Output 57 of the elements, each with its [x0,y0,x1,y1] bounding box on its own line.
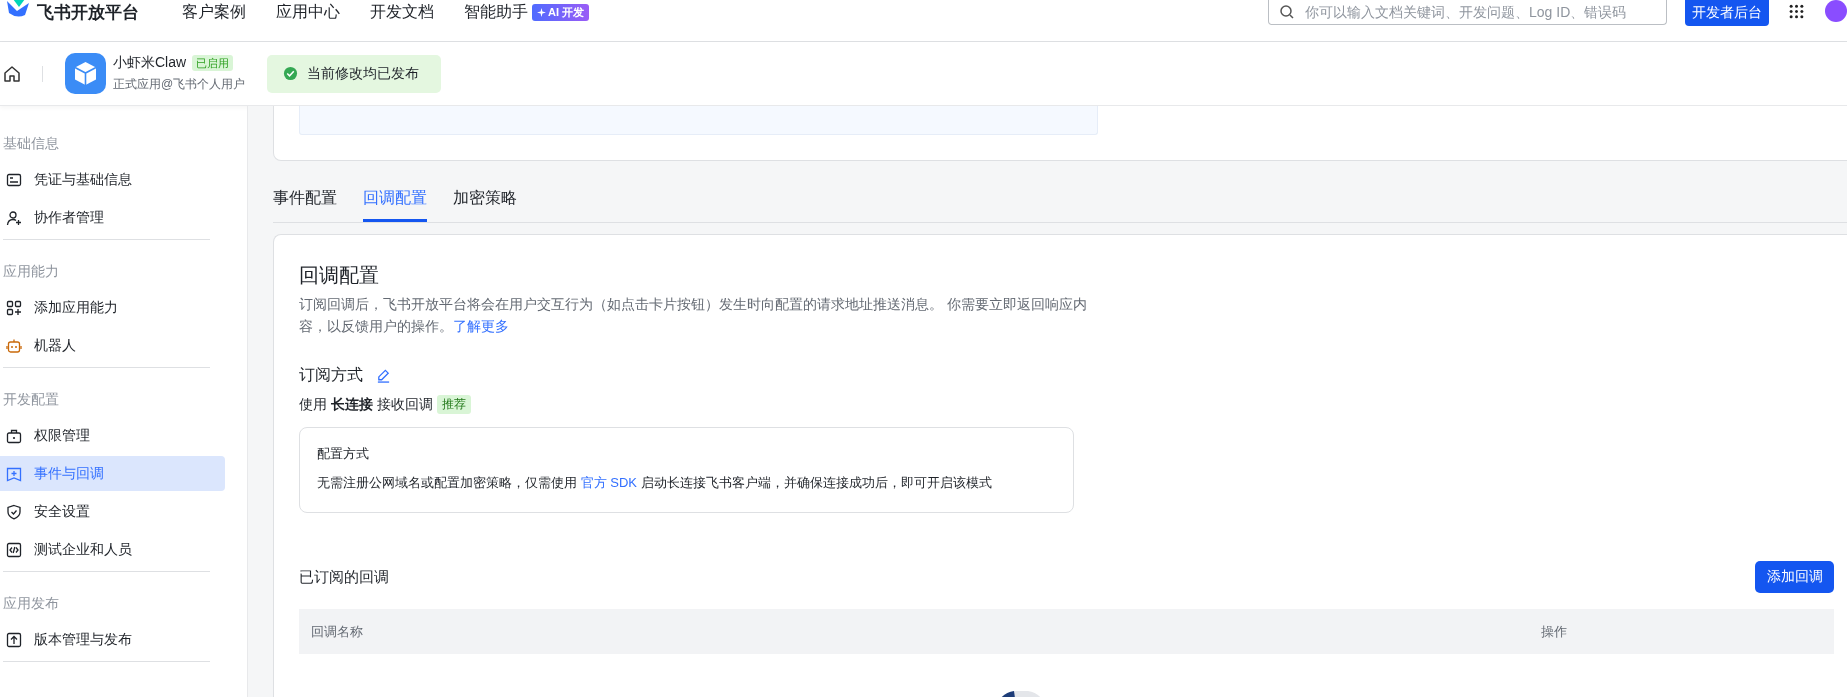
subsection-title: 订阅方式 [299,365,363,385]
robot-icon [6,337,22,354]
sdk-link[interactable]: 官方 SDK [580,475,637,490]
app-subtitle: 正式应用@飞书个人用户 [113,76,246,93]
column-header: 操作 [1541,622,1567,641]
section-title: 回调配置 [299,263,380,288]
tab[interactable]: 回调配置 [363,188,427,222]
nav-link[interactable]: 客户案例 [182,0,246,24]
edit-icon[interactable] [376,367,391,383]
tab[interactable]: 加密策略 [453,188,517,222]
app-cube-icon [65,53,106,94]
search-icon [1279,4,1295,20]
sidebar-item[interactable]: 机器人 [0,328,225,363]
nav-link[interactable]: 智能助手 AI 开发 [464,0,590,24]
sidebar-item[interactable]: 安全设置 [0,494,225,529]
sidebar-group-title: 基础信息 [2,134,60,153]
avatar[interactable] [1825,0,1847,22]
config-title: 配置方式 [317,445,370,463]
developer-console-button[interactable]: 开发者后台 [1685,0,1769,26]
sidebar-item[interactable]: 协作者管理 [0,200,225,235]
recommend-tag: 推荐 [436,394,471,414]
logo-icon [5,0,31,19]
grid-plus-icon [6,299,22,316]
code-icon [6,541,22,558]
sidebar-item[interactable]: 凭证与基础信息 [0,162,225,197]
sidebar-item[interactable]: 权限管理 [0,418,225,453]
sidebar-item[interactable]: 事件与回调 [0,456,225,491]
upload-icon [6,631,22,648]
shield-check-icon [6,503,22,520]
callback-description: 订阅回调后，飞书开放平台将会在用户交互行为（如点击卡片按钮）发生时向配置的请求地址推送消息。 你需要立即返回响应内容，以反馈用户的操作。了解更多 [299,295,1088,336]
sidebar-item[interactable]: 版本管理与发布 [0,622,225,657]
home-icon[interactable] [3,64,21,83]
sidebar-group-title: 应用发布 [2,594,60,613]
check-circle-icon [283,66,299,81]
sidebar-item[interactable]: 测试企业和人员 [0,532,225,567]
brand-name[interactable]: 飞书开放平台 [37,0,139,24]
status-tag: 已启用 [192,55,234,71]
person-add-icon [6,209,22,226]
config-description: 无需注册公网域名或配置加密策略，仅需使用 官方 SDK 启动长连接飞书客户端，并确保连接成功后，即可开启该模式 [317,474,993,492]
list-title: 已订阅的回调 [299,567,389,587]
search-field[interactable]: 你可以输入文档关键词、开发问题、Log ID、错误码 [1268,0,1667,25]
app-grid-icon[interactable] [1789,4,1804,19]
nav-link[interactable]: 应用中心 [276,0,340,24]
toast-text: 当前修改均已发布 [307,64,420,83]
sidebar-group-title: 开发配置 [2,390,60,409]
nav-link[interactable]: 开发文档 [370,0,434,24]
briefcase-icon [6,427,22,444]
column-header: 回调名称 [310,622,363,641]
ai-badge: AI 开发 [532,3,590,21]
app-name: 小虾米Claw [113,54,187,72]
sidebar-group-title: 应用能力 [2,262,60,281]
add-callback-button[interactable]: 添加回调 [1755,561,1834,593]
tab[interactable]: 事件配置 [273,188,337,222]
id-card-icon [6,171,22,188]
sidebar-item[interactable]: 添加应用能力 [0,290,225,325]
mode-text: 使用 长连接 接收回调 [299,395,433,414]
learn-more-link[interactable]: 了解更多 [453,318,509,334]
